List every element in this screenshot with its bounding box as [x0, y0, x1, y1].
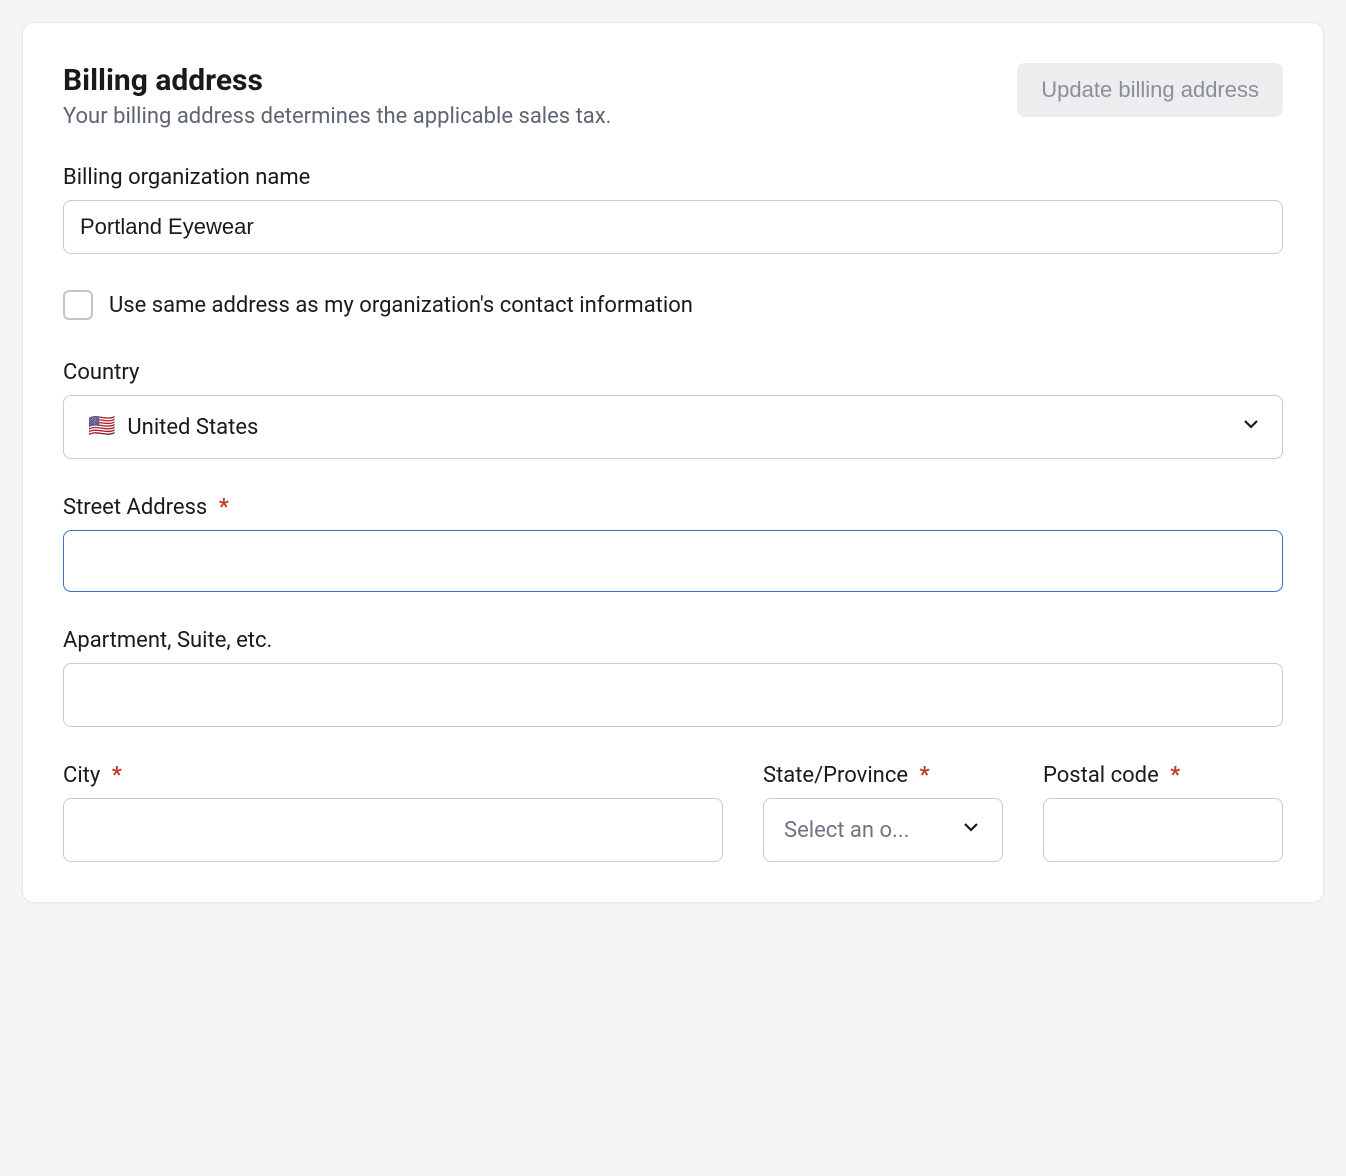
required-marker: *	[112, 763, 122, 788]
same-address-row: Use same address as my organization's co…	[63, 290, 1283, 320]
city-field: City *	[63, 763, 723, 862]
state-select-wrap: Select an o...	[763, 798, 1003, 862]
street-label-text: Street Address	[63, 495, 207, 520]
page-subtitle: Your billing address determines the appl…	[63, 104, 612, 129]
apt-field: Apartment, Suite, etc.	[63, 628, 1283, 727]
state-label: State/Province *	[763, 763, 1003, 788]
postal-label-text: Postal code	[1043, 763, 1159, 788]
required-marker: *	[219, 495, 229, 520]
street-field: Street Address *	[63, 495, 1283, 592]
postal-label: Postal code *	[1043, 763, 1283, 788]
country-value: United States	[127, 415, 258, 440]
apt-input[interactable]	[63, 663, 1283, 727]
city-label: City *	[63, 763, 723, 788]
org-name-label: Billing organization name	[63, 165, 1283, 190]
header-text-block: Billing address Your billing address det…	[63, 63, 612, 129]
country-label: Country	[63, 360, 1283, 385]
street-input[interactable]	[63, 530, 1283, 592]
billing-address-card: Billing address Your billing address det…	[22, 22, 1324, 903]
city-state-postal-row: City * State/Province * Select an o... P	[63, 763, 1283, 862]
same-address-label: Use same address as my organization's co…	[109, 293, 693, 318]
country-select[interactable]: 🇺🇸 United States	[63, 395, 1283, 459]
state-field: State/Province * Select an o...	[763, 763, 1003, 862]
org-name-input[interactable]	[63, 200, 1283, 254]
state-label-text: State/Province	[763, 763, 908, 788]
org-name-field: Billing organization name	[63, 165, 1283, 254]
required-marker: *	[919, 763, 929, 788]
apt-label: Apartment, Suite, etc.	[63, 628, 1283, 653]
us-flag-icon: 🇺🇸	[88, 416, 115, 438]
postal-field: Postal code *	[1043, 763, 1283, 862]
postal-input[interactable]	[1043, 798, 1283, 862]
country-field: Country 🇺🇸 United States	[63, 360, 1283, 459]
page-title: Billing address	[63, 63, 612, 98]
state-select[interactable]: Select an o...	[763, 798, 1003, 862]
update-billing-address-button[interactable]: Update billing address	[1017, 63, 1283, 117]
required-marker: *	[1170, 763, 1180, 788]
header-row: Billing address Your billing address det…	[63, 63, 1283, 129]
same-address-checkbox[interactable]	[63, 290, 93, 320]
state-placeholder: Select an o...	[784, 818, 909, 843]
country-select-wrap: 🇺🇸 United States	[63, 395, 1283, 459]
street-label: Street Address *	[63, 495, 1283, 520]
city-input[interactable]	[63, 798, 723, 862]
city-label-text: City	[63, 763, 100, 788]
